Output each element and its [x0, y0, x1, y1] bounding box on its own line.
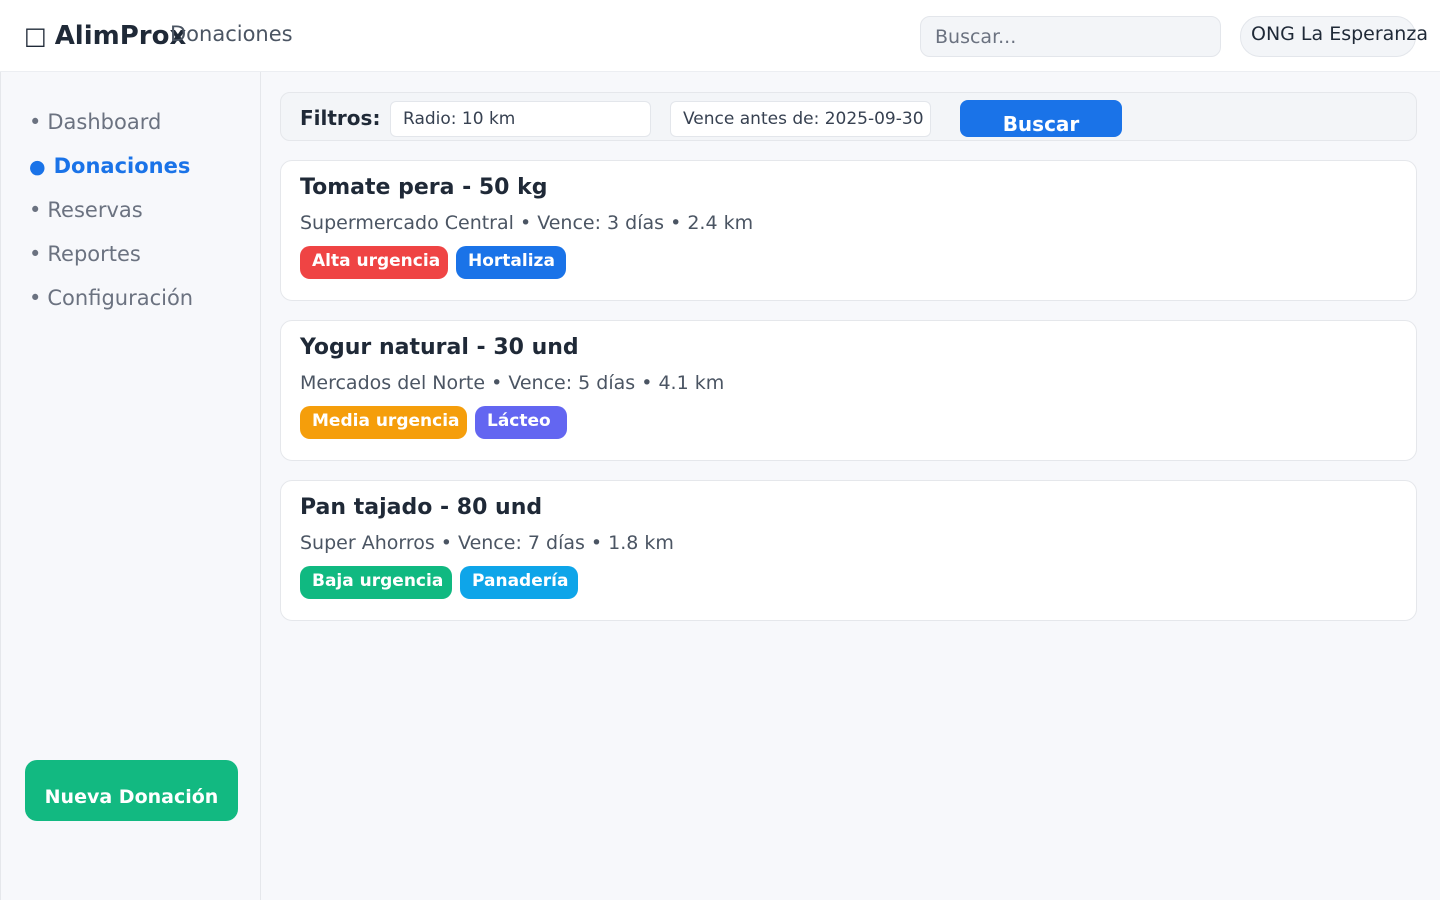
- radius-filter[interactable]: Radio: 10 km: [390, 101, 651, 137]
- donation-card[interactable]: Yogur natural - 30 und Mercados del Nort…: [280, 320, 1417, 461]
- bullet-icon: •: [29, 286, 42, 310]
- organization-badge[interactable]: ONG La Esperanza: [1240, 16, 1428, 57]
- expiry-date-filter[interactable]: Vence antes de: 2025-09-30: [670, 101, 931, 137]
- search-button[interactable]: Buscar: [960, 100, 1122, 137]
- donation-meta: Mercados del Norte • Vence: 5 días • 4.1…: [300, 372, 725, 394]
- category-badge: Panadería: [460, 566, 578, 599]
- urgency-badge: Media urgencia: [300, 406, 467, 439]
- sidebar-item-label: Reservas: [47, 198, 143, 222]
- urgency-badge: Baja urgencia: [300, 566, 452, 599]
- logo-icon: □: [24, 22, 47, 50]
- donation-card[interactable]: Tomate pera - 50 kg Supermercado Central…: [280, 160, 1417, 301]
- filters-bar: Filtros: Radio: 10 km Vence antes de: 20…: [280, 92, 1417, 141]
- sidebar-item-donaciones[interactable]: ● Donaciones: [29, 154, 190, 184]
- sidebar-item-label: Dashboard: [47, 110, 162, 134]
- filters-label: Filtros:: [300, 106, 381, 130]
- sidebar-item-reportes[interactable]: • Reportes: [29, 242, 141, 272]
- sidebar: • Dashboard ● Donaciones • Reservas • Report…: [0, 72, 261, 900]
- sidebar-item-reservas[interactable]: • Reservas: [29, 198, 143, 228]
- bullet-icon: •: [29, 242, 42, 266]
- sidebar-item-label: Donaciones: [53, 154, 191, 178]
- urgency-badge: Alta urgencia: [300, 246, 448, 279]
- category-badge: Hortaliza: [456, 246, 566, 279]
- category-badge: Lácteo: [475, 406, 567, 439]
- bullet-icon: •: [29, 198, 42, 222]
- sidebar-item-dashboard[interactable]: • Dashboard: [29, 110, 161, 140]
- app-logo[interactable]: □ AlimProx: [24, 18, 186, 54]
- donation-meta: Super Ahorros • Vence: 7 días • 1.8 km: [300, 532, 674, 554]
- page-title: Donaciones: [170, 22, 293, 46]
- active-dot-icon: ●: [29, 156, 46, 178]
- donation-meta: Supermercado Central • Vence: 3 días • 2…: [300, 212, 754, 234]
- donation-title: Pan tajado - 80 und: [300, 495, 543, 520]
- new-donation-button[interactable]: Nueva Donación: [25, 760, 238, 821]
- search-input[interactable]: [920, 16, 1221, 57]
- sidebar-item-label: Reportes: [47, 242, 141, 266]
- donation-card[interactable]: Pan tajado - 80 und Super Ahorros • Venc…: [280, 480, 1417, 621]
- bullet-icon: •: [29, 110, 42, 134]
- donation-title: Tomate pera - 50 kg: [300, 175, 548, 200]
- donation-title: Yogur natural - 30 und: [300, 335, 579, 360]
- sidebar-item-label: Configuración: [47, 286, 194, 310]
- sidebar-item-configuracion[interactable]: • Configuración: [29, 286, 193, 316]
- top-header: □ AlimProx Donaciones ONG La Esperanza: [0, 0, 1440, 72]
- app-name: AlimProx: [54, 21, 187, 51]
